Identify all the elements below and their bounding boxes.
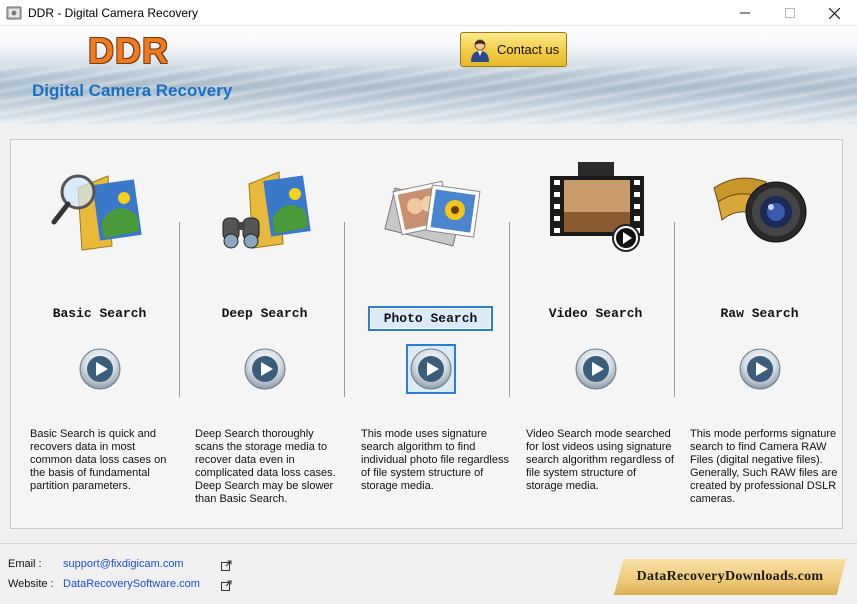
email-link[interactable]: support@fixdigicam.com [63,558,184,570]
minimize-button[interactable] [722,0,767,26]
close-button[interactable] [812,0,857,26]
ddr-logo: DDR [88,30,169,71]
photo-search-title[interactable]: Photo Search [348,306,513,331]
play-icon [739,348,780,390]
raw-search-play-button[interactable] [739,348,781,390]
close-icon [829,7,840,19]
title-bar: DDR - Digital Camera Recovery [0,0,857,26]
raw-search-title: Raw Search [720,306,799,321]
play-icon [79,348,120,390]
external-link-icon[interactable] [221,560,232,571]
photo-search-description: This mode uses signature search algorith… [361,428,509,492]
basic-search-play-button[interactable] [79,348,121,390]
deep-search-description: Deep Search thoroughly scans the storage… [195,428,336,505]
photos-icon [383,180,481,247]
email-label: Email : [8,558,42,570]
mode-raw-search: Raw Search This mode performs signature … [677,140,842,530]
mode-photo-search: Photo Search This mode uses signature se… [348,140,513,530]
person-icon [471,39,489,62]
play-icon [410,348,451,390]
folder-magnifier-icon [51,174,142,251]
photo-search-play-button[interactable] [405,344,456,394]
footer-separator [0,543,857,544]
contact-us-button[interactable]: Contact us [460,32,567,67]
video-search-title: Video Search [548,306,643,321]
column-divider [344,222,345,397]
header-banner: DDR Digital Camera Recovery Contact us [0,26,857,124]
deep-search-title: Deep Search [221,306,308,321]
downloads-badge[interactable]: DataRecoveryDownloads.com [614,559,846,595]
camera-lens-film-icon [712,177,806,243]
deep-search-play-button[interactable] [244,348,286,390]
play-icon [244,348,285,390]
search-modes-panel: Basic Search Basic Search is quick and r… [10,139,843,529]
mode-deep-search: Deep Search Deep Search thoroughly scans… [182,140,347,530]
video-search-play-button[interactable] [575,348,617,390]
website-link[interactable]: DataRecoverySoftware.com [63,578,200,590]
basic-search-title: Basic Search [52,306,147,321]
column-divider [509,222,510,397]
window-title: DDR - Digital Camera Recovery [28,5,199,20]
column-divider [179,222,180,397]
video-search-description: Video Search mode searched for lost vide… [526,428,674,492]
photo-search-label: Photo Search [367,306,494,331]
minimize-icon [739,12,750,14]
mode-video-search: Video Search Video Search mode searched … [513,140,678,530]
app-subtitle: Digital Camera Recovery [32,81,233,100]
maximize-button[interactable] [767,0,812,26]
raw-search-description: This mode performs signature search to f… [690,428,838,505]
mode-basic-search: Basic Search Basic Search is quick and r… [17,140,182,530]
basic-search-description: Basic Search is quick and recovers data … [30,428,167,492]
folder-binoculars-icon [222,171,311,249]
website-label: Website : [8,578,54,590]
play-icon [575,348,616,390]
app-icon [6,6,22,19]
external-link-icon[interactable] [221,580,232,591]
contact-us-label: Contact us [497,42,560,57]
film-video-icon [549,162,644,252]
downloads-badge-label: DataRecoveryDownloads.com [636,569,824,584]
maximize-icon [784,8,795,18]
column-divider [674,222,675,397]
